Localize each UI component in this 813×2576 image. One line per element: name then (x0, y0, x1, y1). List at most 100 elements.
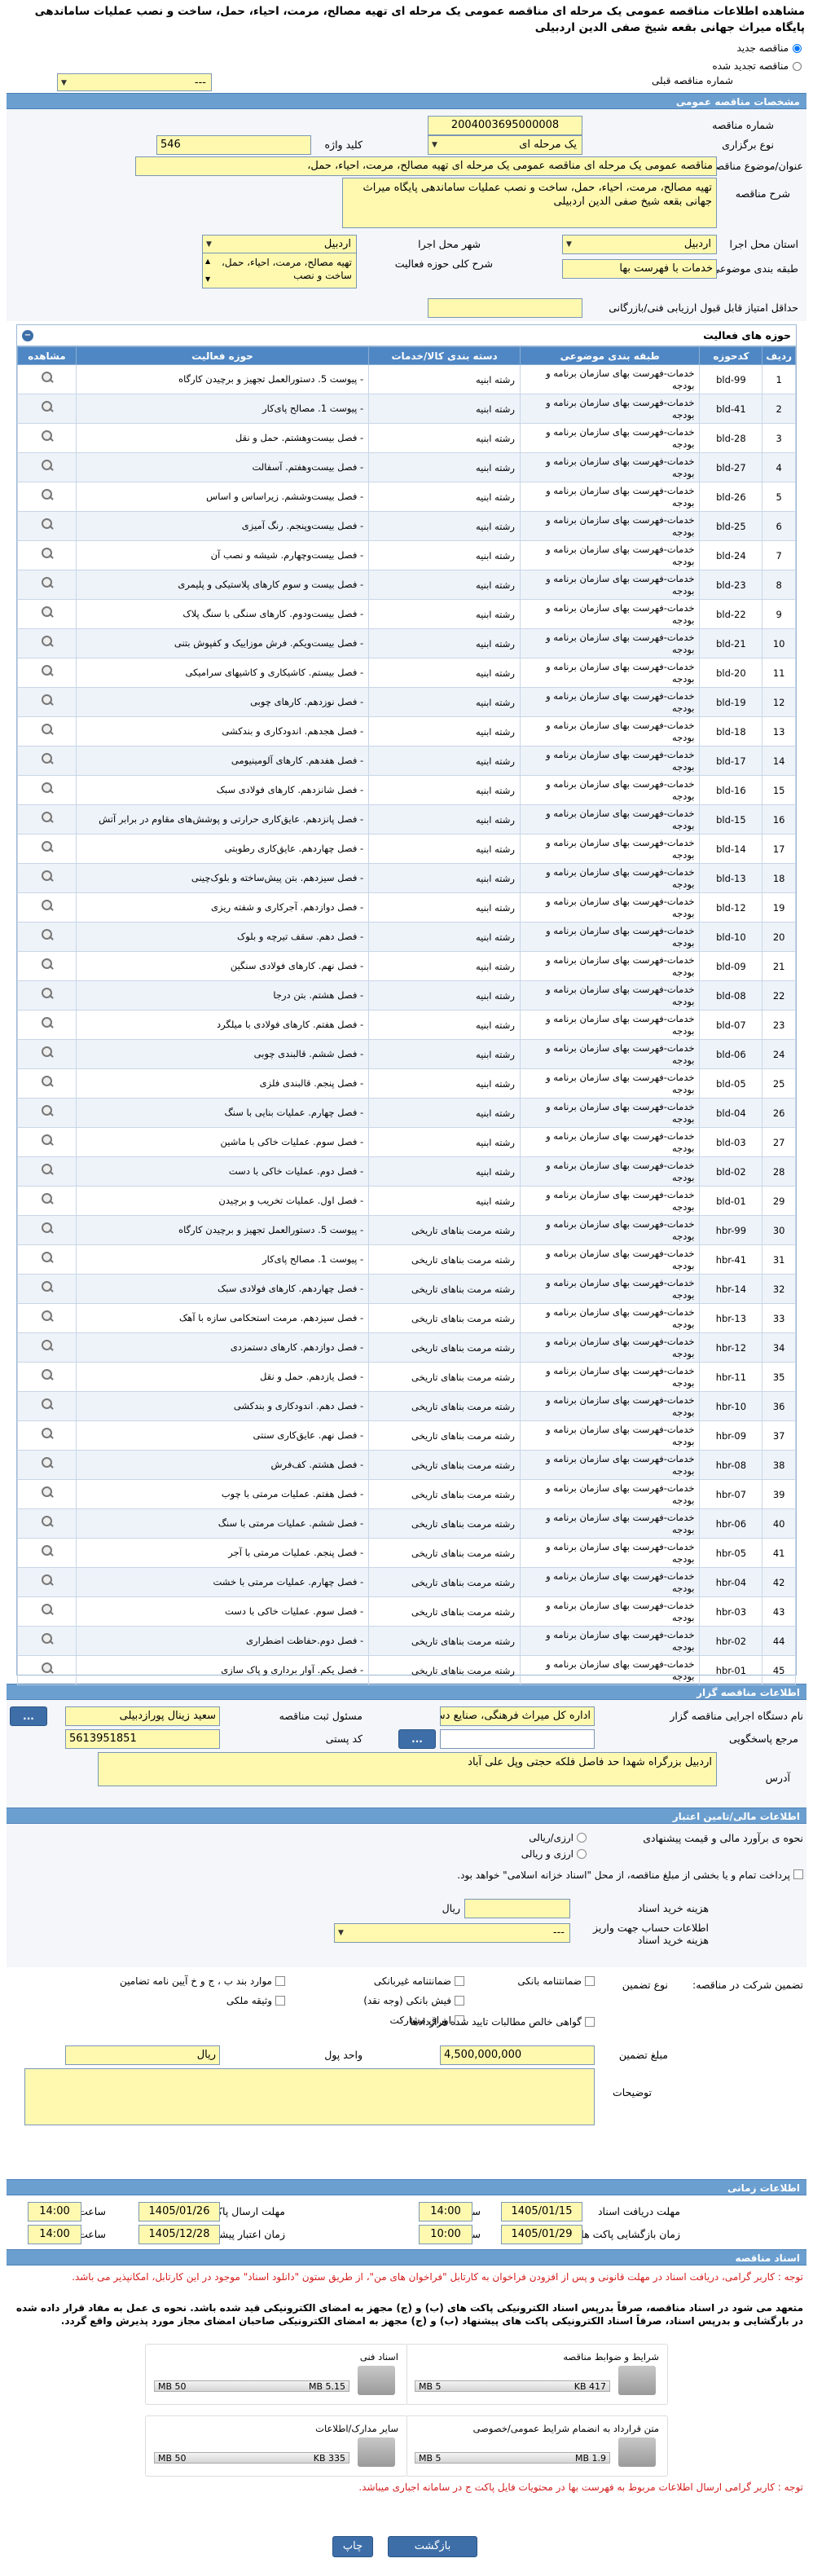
magnifier-icon[interactable] (39, 1603, 54, 1618)
radio-icon[interactable] (577, 1849, 587, 1859)
doc-card[interactable]: اسناد فنی 5.15 MB 50 MB (145, 2344, 407, 2405)
back-button[interactable]: بازگشت (388, 2536, 477, 2557)
checkbox-icon[interactable] (793, 1869, 803, 1879)
magnifier-icon[interactable] (39, 1662, 54, 1676)
subject-field[interactable]: مناقصه عمومی یک مرحله ای مناقصه عمومی یک… (135, 156, 717, 176)
row-activity: - فصل سیزدهم. مرمت استحکامی سازه با آهک (75, 1303, 370, 1333)
row-activity: - فصل ششم. قالبندی چوبی (75, 1039, 370, 1069)
magnifier-icon[interactable] (39, 1075, 54, 1090)
guarantee-option[interactable]: ضمانتنامه بانکی (517, 1975, 595, 1987)
magnifier-icon[interactable] (39, 1222, 54, 1236)
row-code: bld-19 (699, 687, 763, 717)
magnifier-icon[interactable] (39, 1427, 54, 1442)
magnifier-icon[interactable] (39, 840, 54, 855)
checkbox-icon[interactable] (455, 1976, 464, 1986)
doc-card[interactable]: متن قرارداد به انضمام شرایط عمومی/خصوصی 1… (406, 2415, 668, 2477)
magnifier-icon[interactable] (39, 958, 54, 972)
scroll-down-icon[interactable]: ▼ (205, 273, 210, 286)
city-select[interactable]: ▼ اردبیل (202, 235, 357, 254)
magnifier-icon[interactable] (39, 1574, 54, 1588)
magnifier-icon[interactable] (39, 1134, 54, 1148)
magnifier-icon[interactable] (39, 605, 54, 620)
magnifier-icon[interactable] (39, 488, 54, 503)
doc-size-bar: 5.15 MB 50 MB (154, 2380, 349, 2392)
checkbox-icon[interactable] (455, 1996, 464, 2006)
keyword-field[interactable]: 546 (156, 135, 311, 155)
radio-icon[interactable] (577, 1833, 587, 1843)
row-index: 28 (762, 1156, 796, 1187)
funding-opt1[interactable]: ارزی/ریالی (529, 1832, 587, 1843)
province-select[interactable]: ▼ اردبیل (562, 235, 717, 254)
scroll-up-icon[interactable]: ▲ (205, 255, 210, 268)
table-row: 10 bld-21 خدمات-فهرست بهای سازمان برنامه و… (17, 628, 796, 658)
magnifier-icon[interactable] (39, 1456, 54, 1471)
new-tender-radio[interactable]: مناقصه جدید (737, 42, 802, 54)
renewed-tender-radio-input[interactable] (793, 61, 802, 71)
magnifier-icon[interactable] (39, 1544, 54, 1559)
doc-card[interactable]: شرایط و ضوابط مناقصه 417 KB 5 MB (406, 2344, 668, 2405)
magnifier-icon[interactable] (39, 576, 54, 591)
magnifier-icon[interactable] (39, 1280, 54, 1295)
ref-field[interactable] (440, 1729, 595, 1749)
magnifier-icon[interactable] (39, 664, 54, 679)
magnifier-icon[interactable] (39, 1632, 54, 1647)
magnifier-icon[interactable] (39, 870, 54, 884)
bank-select[interactable]: ▼ --- (334, 1923, 570, 1943)
row-category: خدمات-فهرست بهای سازمان برنامه و بودجه (519, 1303, 701, 1333)
prev-tender-select[interactable]: ▼ --- (57, 73, 212, 91)
checkbox-icon[interactable] (585, 1976, 595, 1986)
row-index: 38 (762, 1450, 796, 1480)
magnifier-icon[interactable] (39, 987, 54, 1002)
guarantee-option[interactable]: گواهی خالص مطالبات تایید شده قراردادها (410, 2016, 595, 2028)
checkbox-icon[interactable] (275, 1996, 285, 2006)
guarantee-option[interactable]: ضمانتنامه غیربانکی (374, 1975, 464, 1987)
magnifier-icon[interactable] (39, 547, 54, 561)
magnifier-icon[interactable] (39, 429, 54, 444)
magnifier-icon[interactable] (39, 1515, 54, 1530)
magnifier-icon[interactable] (39, 1192, 54, 1207)
magnifier-icon[interactable] (39, 782, 54, 796)
magnifier-icon[interactable] (39, 400, 54, 415)
magnifier-icon[interactable] (39, 1368, 54, 1383)
magnifier-icon[interactable] (39, 371, 54, 385)
collapse-icon[interactable]: − (22, 330, 33, 341)
magnifier-icon[interactable] (39, 635, 54, 650)
print-button[interactable]: چاپ (332, 2536, 373, 2557)
row-class: رشته مرمت بناهای تاریخی (368, 1215, 521, 1245)
responsible-more-button[interactable]: ... (10, 1706, 47, 1726)
magnifier-icon[interactable] (39, 459, 54, 473)
magnifier-icon[interactable] (39, 1310, 54, 1324)
guarantee-option[interactable]: فیش بانکی (وجه نقد) (363, 1995, 464, 2006)
magnifier-icon[interactable] (39, 1046, 54, 1060)
checkbox-icon[interactable] (585, 2017, 595, 2027)
magnifier-icon[interactable] (39, 811, 54, 826)
magnifier-icon[interactable] (39, 723, 54, 738)
funding-opt2[interactable]: ارزی و ریالی (521, 1848, 587, 1860)
magnifier-icon[interactable] (39, 517, 54, 532)
magnifier-icon[interactable] (39, 1486, 54, 1500)
checkbox-icon[interactable] (275, 1976, 285, 1986)
doc-card[interactable]: سایر مدارک/اطلاعات 335 KB 50 MB (145, 2415, 407, 2477)
funding-opt2-label: ارزی و ریالی (521, 1848, 573, 1860)
min-score-field[interactable] (428, 298, 582, 318)
magnifier-icon[interactable] (39, 1251, 54, 1266)
magnifier-icon[interactable] (39, 899, 54, 914)
row-index: 34 (762, 1332, 796, 1363)
magnifier-icon[interactable] (39, 928, 54, 943)
magnifier-icon[interactable] (39, 1163, 54, 1178)
magnifier-icon[interactable] (39, 1339, 54, 1354)
magnifier-icon[interactable] (39, 752, 54, 767)
guarantee-option[interactable]: وثیقه ملکی (226, 1995, 285, 2006)
magnifier-icon[interactable] (39, 694, 54, 708)
magnifier-icon[interactable] (39, 1398, 54, 1412)
magnifier-icon[interactable] (39, 1016, 54, 1031)
guarantee-option[interactable]: موارد بند ب ، ج و خ آیین نامه تضامین (120, 1975, 285, 1987)
magnifier-icon[interactable] (39, 1104, 54, 1119)
holding-type-select[interactable]: ▼ یک مرحله ای (428, 135, 582, 155)
ref-more-button[interactable]: ... (398, 1729, 436, 1749)
new-tender-radio-input[interactable] (793, 43, 802, 53)
renewed-tender-radio[interactable]: مناقصه تجدید شده (712, 60, 802, 72)
islamic-treasury-checkbox[interactable]: پرداخت تمام و یا بخشی از مبلغ مناقصه، از… (13, 1869, 803, 1881)
activity-field[interactable]: تهیه مصالح، مرمت، احیاء، حمل، ساخت و نصب… (202, 253, 357, 288)
description-field[interactable]: تهیه مصالح، مرمت، احیاء، حمل، ساخت و نصب… (342, 178, 717, 228)
